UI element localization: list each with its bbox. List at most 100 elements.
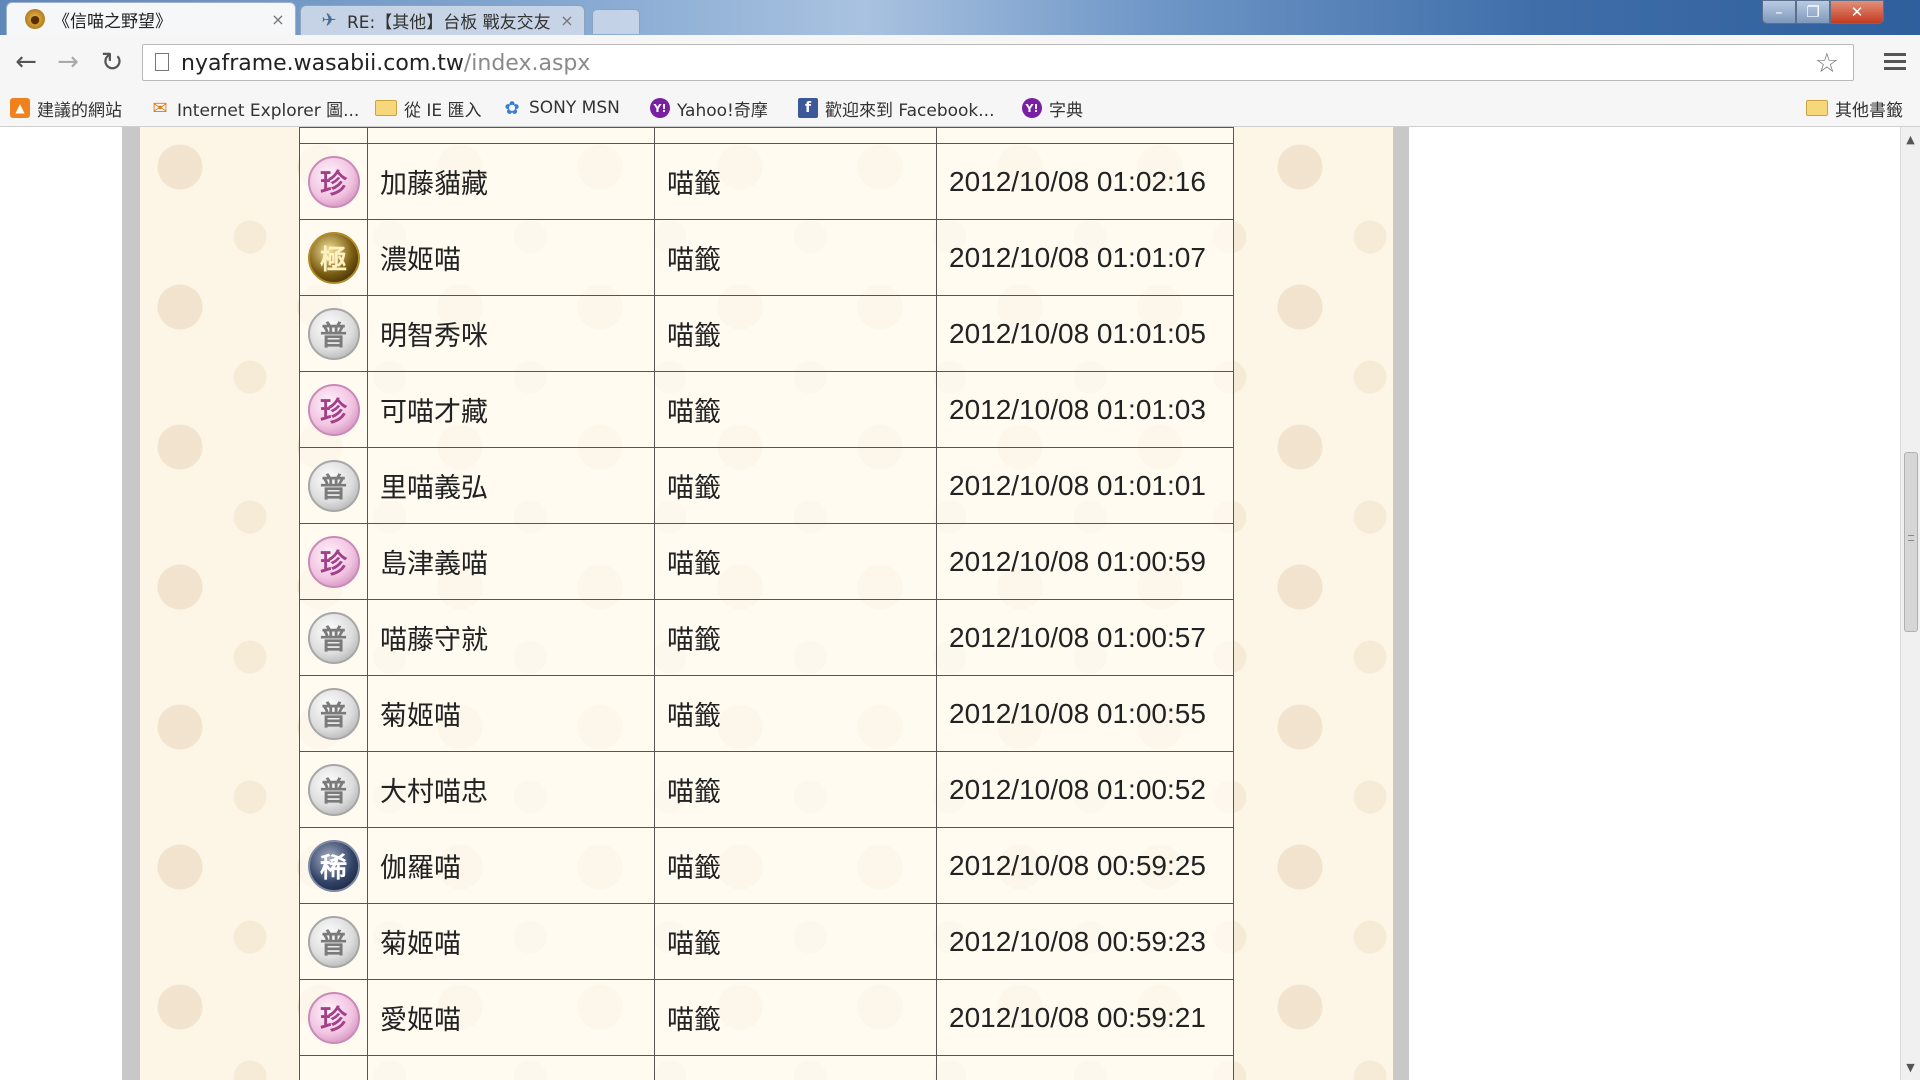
bookmark-yahoo[interactable]: Y! Yahoo!奇摩 bbox=[650, 95, 768, 121]
folder-icon bbox=[375, 100, 397, 116]
rarity-cell: 普 bbox=[299, 675, 368, 752]
rarity-badge-icon: 珍 bbox=[307, 155, 360, 208]
table-row[interactable]: 珍島津義喵 喵籤 2012/10/08 01:00:59 bbox=[299, 523, 1234, 600]
card-name: 島津義喵 bbox=[367, 523, 655, 600]
scroll-up-arrow-icon[interactable]: ▲ bbox=[1901, 133, 1920, 146]
rarity-badge-icon: 普 bbox=[307, 611, 360, 664]
page-icon bbox=[155, 53, 169, 71]
table-row[interactable]: 珍可喵才藏 喵籤 2012/10/08 01:01:03 bbox=[299, 371, 1234, 448]
bookmark-facebook[interactable]: f 歡迎來到 Facebook... bbox=[798, 95, 995, 121]
table-row[interactable]: 普喵藤守就 喵籤 2012/10/08 01:00:57 bbox=[299, 599, 1234, 676]
rarity-cell: 普 bbox=[299, 447, 368, 524]
title-bar: ● 《信喵之野望》 × ✈ RE:【其他】台板 戰友交友 × – ❐ ✕ bbox=[0, 0, 1920, 35]
bookmark-label: Yahoo!奇摩 bbox=[677, 100, 768, 121]
address-bar[interactable]: nyaframe.wasabii.com.tw/index.aspx ☆ bbox=[142, 44, 1854, 81]
url-text[interactable]: nyaframe.wasabii.com.tw/index.aspx bbox=[181, 51, 590, 76]
acquisition-type: 喵籤 bbox=[654, 751, 937, 828]
acquired-time: 2012/10/08 00:59:25 bbox=[936, 827, 1234, 904]
tab-nyaframe[interactable]: ● 《信喵之野望》 × bbox=[6, 2, 296, 35]
acquisition-type: 喵籤 bbox=[654, 219, 937, 296]
acquisition-type: 喵籤 bbox=[654, 447, 937, 524]
game-favicon-icon: ● bbox=[25, 9, 45, 29]
acquisition-type: 喵籤 bbox=[654, 827, 937, 904]
card-name: 喵藤守就 bbox=[367, 599, 655, 676]
card-name: 可喵才藏 bbox=[367, 371, 655, 448]
window-close-button[interactable]: ✕ bbox=[1830, 0, 1884, 24]
bookmark-ie-gallery[interactable]: ✉ Internet Explorer 圖... bbox=[150, 95, 359, 121]
forward-button[interactable]: → bbox=[52, 46, 84, 78]
reload-button[interactable]: ↻ bbox=[96, 46, 128, 78]
acquisition-type: 喵籤 bbox=[654, 143, 937, 220]
bookmark-sony-msn[interactable]: ✿ SONY MSN bbox=[502, 95, 619, 121]
table-row[interactable]: 普里喵義弘 喵籤 2012/10/08 01:01:01 bbox=[299, 447, 1234, 524]
table-row[interactable]: 普明智秀咪 喵籤 2012/10/08 01:01:05 bbox=[299, 295, 1234, 372]
table-row[interactable]: 普大村喵忠 喵籤 2012/10/08 01:00:52 bbox=[299, 751, 1234, 828]
acquired-time: 2012/10/08 01:00:59 bbox=[936, 523, 1234, 600]
forum-favicon-icon: ✈ bbox=[321, 10, 337, 31]
rarity-badge-icon: 普 bbox=[307, 307, 360, 360]
rarity-cell: 珍 bbox=[299, 979, 368, 1056]
rarity-badge-icon: 普 bbox=[307, 915, 360, 968]
table-row[interactable]: 普菊姬喵 喵籤 2012/10/08 01:00:55 bbox=[299, 675, 1234, 752]
window-restore-button[interactable]: ❐ bbox=[1796, 0, 1830, 24]
table-row[interactable]: 普菊姬喵 喵籤 2012/10/08 00:59:23 bbox=[299, 903, 1234, 980]
table-row[interactable]: 珍愛姬喵 喵籤 2012/10/08 00:59:21 bbox=[299, 979, 1234, 1056]
tab-title: RE:【其他】台板 戰友交友 bbox=[347, 13, 551, 33]
table-row[interactable]: 極濃姬喵 喵籤 2012/10/08 01:01:07 bbox=[299, 219, 1234, 296]
tab-close-icon[interactable]: × bbox=[269, 10, 287, 29]
acquired-time: 2012/10/08 01:02:16 bbox=[936, 143, 1234, 220]
rarity-badge-icon: 珍 bbox=[307, 383, 360, 436]
acquired-time: 2012/10/08 01:01:05 bbox=[936, 295, 1234, 372]
back-button[interactable]: ← bbox=[10, 46, 42, 78]
rarity-badge-icon: 稀 bbox=[307, 839, 360, 892]
bookmark-suggested-sites[interactable]: ▲ 建議的網站 bbox=[10, 95, 122, 121]
card-name: 愛姬喵 bbox=[367, 979, 655, 1056]
card-name: 菊姬喵 bbox=[367, 675, 655, 752]
tab-forum[interactable]: ✈ RE:【其他】台板 戰友交友 × bbox=[300, 5, 585, 35]
acquisition-type: 喵籤 bbox=[654, 599, 937, 676]
bookmark-label: 從 IE 匯入 bbox=[404, 100, 482, 121]
acquired-time: 2012/10/08 01:01:03 bbox=[936, 371, 1234, 448]
url-path: /index.aspx bbox=[463, 51, 591, 76]
vertical-scrollbar[interactable]: ▲ ▼ bbox=[1900, 127, 1920, 1080]
acquisition-type: 喵籤 bbox=[654, 979, 937, 1056]
rarity-badge-icon: 普 bbox=[307, 763, 360, 816]
card-name: 加藤貓藏 bbox=[367, 143, 655, 220]
folder-icon bbox=[1806, 100, 1828, 116]
mail-icon: ✉ bbox=[152, 97, 168, 119]
facebook-icon: f bbox=[798, 98, 818, 118]
acquired-time: 2012/10/08 01:00:55 bbox=[936, 675, 1234, 752]
acquired-time: 2012/10/08 01:01:07 bbox=[936, 219, 1234, 296]
card-name: 伽羅喵 bbox=[367, 827, 655, 904]
card-name: 里喵義弘 bbox=[367, 447, 655, 524]
bookmark-label: 字典 bbox=[1049, 100, 1083, 121]
yahoo-icon: Y! bbox=[650, 98, 670, 118]
bookmark-star-icon[interactable]: ☆ bbox=[1815, 48, 1839, 79]
bookmarks-bar: ▲ 建議的網站 ✉ Internet Explorer 圖... 從 IE 匯入… bbox=[0, 90, 1920, 127]
frame-border-right bbox=[1393, 127, 1409, 1080]
other-bookmarks[interactable]: 其他書籤 bbox=[1806, 95, 1903, 121]
acquisition-type: 喵籤 bbox=[654, 295, 937, 372]
bookmark-label: Internet Explorer 圖... bbox=[177, 100, 360, 121]
browser-toolbar: ← → ↻ nyaframe.wasabii.com.tw/index.aspx… bbox=[0, 35, 1920, 90]
acquisition-type: 喵籤 bbox=[654, 903, 937, 980]
card-name: 大村喵忠 bbox=[367, 751, 655, 828]
table-row[interactable]: 珍加藤貓藏 喵籤 2012/10/08 01:02:16 bbox=[299, 143, 1234, 220]
card-name: 濃姬喵 bbox=[367, 219, 655, 296]
bookmark-label: 建議的網站 bbox=[37, 100, 122, 121]
rarity-cell: 珍 bbox=[299, 143, 368, 220]
new-tab-button[interactable] bbox=[592, 9, 640, 34]
frame-border-left bbox=[122, 127, 140, 1080]
menu-icon[interactable] bbox=[1880, 46, 1910, 76]
rarity-badge-icon: 珍 bbox=[307, 991, 360, 1044]
window-minimize-button[interactable]: – bbox=[1762, 0, 1796, 24]
bookmark-dictionary[interactable]: Y! 字典 bbox=[1022, 95, 1083, 121]
acquired-time: 2012/10/08 01:00:52 bbox=[936, 751, 1234, 828]
scroll-down-arrow-icon[interactable]: ▼ bbox=[1901, 1061, 1920, 1074]
scroll-thumb[interactable] bbox=[1904, 452, 1918, 632]
acquired-time: 2012/10/08 00:59:23 bbox=[936, 903, 1234, 980]
table-row[interactable]: 稀伽羅喵 喵籤 2012/10/08 00:59:25 bbox=[299, 827, 1234, 904]
tab-close-icon[interactable]: × bbox=[558, 11, 576, 30]
page-content: 珍加藤貓藏 喵籤 2012/10/08 01:02:16 極濃姬喵 喵籤 2012/10/… bbox=[0, 127, 1900, 1080]
bookmark-import-from-ie[interactable]: 從 IE 匯入 bbox=[375, 95, 482, 121]
